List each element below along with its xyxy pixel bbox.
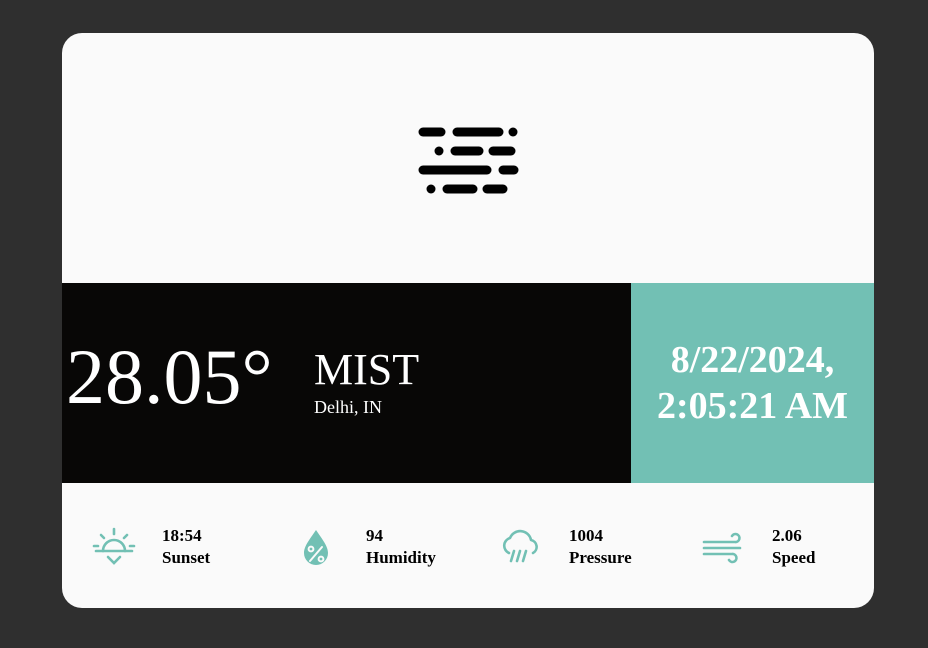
sunset-icon: [92, 527, 136, 565]
stats-row: 18:54 Sunset 94 Humidity 1004 Pressure 2…: [62, 483, 874, 608]
pressure-value: 1004: [569, 526, 603, 545]
location-label: Delhi, IN: [314, 397, 382, 417]
date-label: 8/22/2024,: [670, 339, 835, 381]
humidity-icon: [304, 530, 328, 565]
sunset-label: Sunset: [162, 548, 211, 567]
pressure-label: Pressure: [569, 548, 632, 567]
wind-icon: [702, 532, 742, 564]
current-conditions-panel: 28.05° MIST Delhi, IN: [62, 283, 631, 483]
wind-speed-label: Speed: [772, 548, 816, 567]
weather-card: 28.05° MIST Delhi, IN 8/22/2024, 2:05:21…: [62, 33, 874, 608]
datetime-panel: 8/22/2024, 2:05:21 AM: [631, 283, 874, 483]
weather-icon-area: [62, 33, 874, 283]
humidity-value: 94: [366, 526, 383, 545]
mist-icon: [418, 127, 519, 194]
sunset-value: 18:54: [162, 526, 202, 545]
time-label: 2:05:21 AM: [656, 385, 849, 427]
wind-speed-value: 2.06: [772, 526, 802, 545]
temperature: 28.05°: [66, 333, 273, 420]
pressure-icon: [502, 529, 538, 563]
humidity-label: Humidity: [366, 548, 436, 567]
weather-summary: 28.05° MIST Delhi, IN 8/22/2024, 2:05:21…: [62, 283, 874, 483]
condition-label: MIST: [314, 345, 420, 394]
